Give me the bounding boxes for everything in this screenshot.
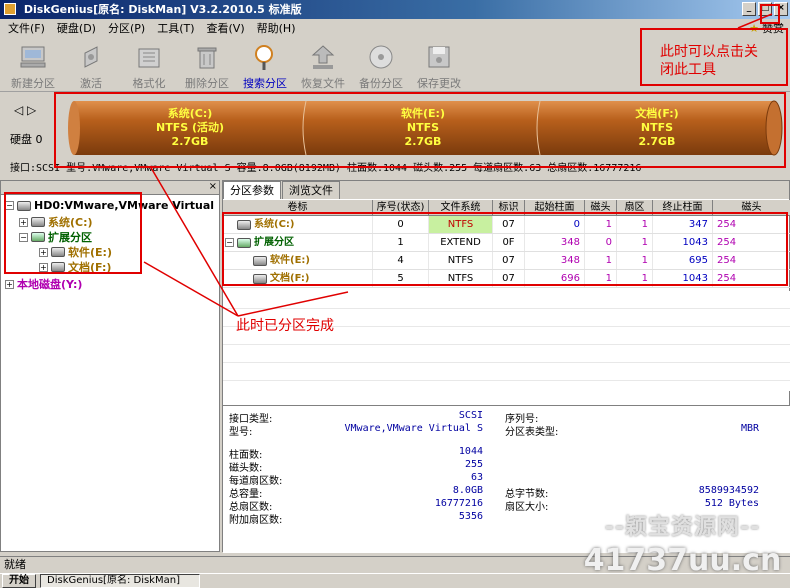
watermark: --颖宝资源网-- 41737uu.cn (575, 505, 790, 585)
annotation-arrows (143, 13, 773, 317)
watermark-line2: 41737uu.cn (583, 543, 782, 578)
watermark-line1: --颖宝资源网-- (604, 515, 761, 540)
